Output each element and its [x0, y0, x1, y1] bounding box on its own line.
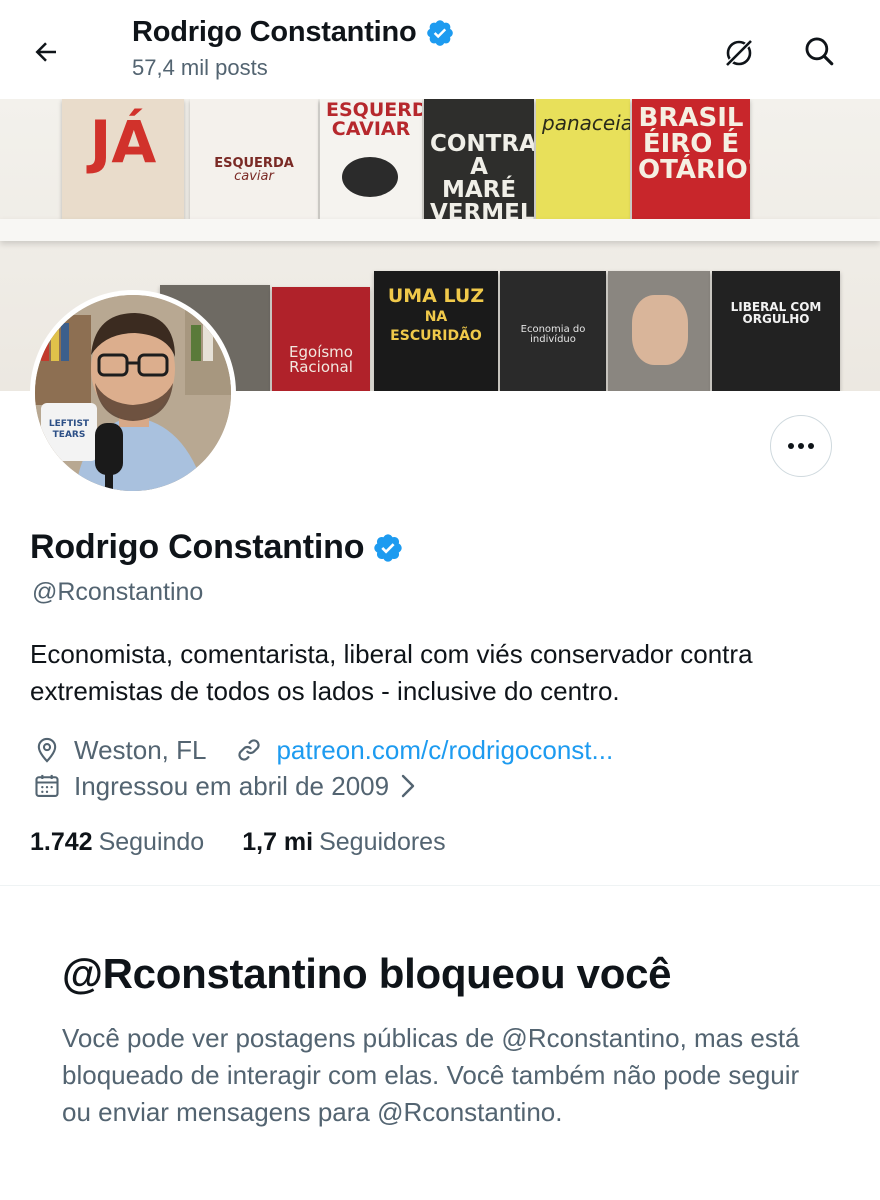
followers-link[interactable]: 1,7 mi Seguidores	[242, 828, 445, 857]
grok-button[interactable]	[716, 30, 762, 76]
banner-book: ESQUERDA caviar	[190, 99, 318, 219]
banner-book: ESQUERDACAVIAR	[320, 99, 422, 219]
avatar-photo: LEFTIST TEARS	[35, 295, 231, 491]
banner-book: panaceia	[536, 99, 630, 219]
grok-icon	[724, 38, 754, 68]
banner-book	[608, 271, 710, 391]
banner-book: BRASILÉIRO ÉOTÁRIO?	[632, 99, 750, 219]
followers-label: Seguidores	[319, 828, 446, 856]
banner-book: JÁ	[62, 99, 184, 219]
profile-name-row: Rodrigo Constantino	[30, 528, 404, 567]
profile-meta-row: Weston, FL patreon.com/c/rodrigoconst...	[30, 732, 613, 768]
search-button[interactable]	[796, 28, 842, 74]
profile-joined-row[interactable]: Ingressou em abril de 2009	[30, 768, 417, 804]
link-icon	[232, 733, 266, 767]
following-link[interactable]: 1.742 Seguindo	[30, 828, 204, 857]
banner-book: Egoísmo Racional	[272, 287, 370, 391]
header-title-row: Rodrigo Constantino	[132, 16, 455, 49]
following-label: Seguindo	[98, 828, 205, 856]
profile-name: Rodrigo Constantino	[30, 528, 365, 566]
chevron-right-icon	[399, 773, 417, 799]
blocked-title: @Rconstantino bloqueou você	[62, 950, 672, 997]
calendar-icon	[30, 769, 64, 803]
followers-count: 1,7 mi	[242, 828, 314, 856]
search-icon	[805, 37, 834, 66]
verified-badge-icon[interactable]	[372, 532, 404, 564]
banner-shelf	[0, 219, 880, 241]
profile-top-bar: Rodrigo Constantino 57,4 mil posts	[0, 0, 880, 100]
banner-book: CONTRAA MARÉVERMELHA	[424, 99, 534, 219]
profile-bio: Economista, comentarista, liberal com vi…	[30, 639, 753, 706]
more-horizontal-icon	[788, 443, 814, 449]
profile-website-link[interactable]: patreon.com/c/rodrigoconst...	[276, 735, 613, 766]
blocked-message: Você pode ver postagens públicas de @Rco…	[62, 1023, 800, 1127]
follow-stats: 1.742 Seguindo 1,7 mi Seguidores	[30, 828, 446, 857]
profile-handle: @Rconstantino	[32, 578, 204, 606]
banner-book: UMA LUZ NA ESCURIDÃO	[374, 271, 498, 391]
header-title-block: Rodrigo Constantino 57,4 mil posts	[132, 16, 455, 81]
profile-joined-date: Ingressou em abril de 2009	[74, 770, 390, 801]
arrow-left-icon	[35, 42, 56, 62]
profile-location: Weston, FL	[74, 734, 207, 765]
verified-badge-icon	[426, 19, 453, 46]
more-options-button[interactable]	[770, 415, 832, 477]
banner-book: LIBERAL COM ORGULHO	[712, 271, 840, 391]
back-button[interactable]	[22, 30, 70, 74]
section-divider	[0, 885, 880, 886]
banner-book: Economia do indivíduo	[500, 271, 606, 391]
header-post-count: 57,4 mil posts	[132, 55, 268, 80]
following-count: 1.742	[30, 828, 93, 856]
mug-label: LEFTIST TEARS	[48, 419, 90, 440]
header-title: Rodrigo Constantino	[132, 16, 417, 48]
profile-avatar[interactable]: LEFTIST TEARS	[30, 290, 236, 496]
location-icon	[30, 733, 64, 767]
